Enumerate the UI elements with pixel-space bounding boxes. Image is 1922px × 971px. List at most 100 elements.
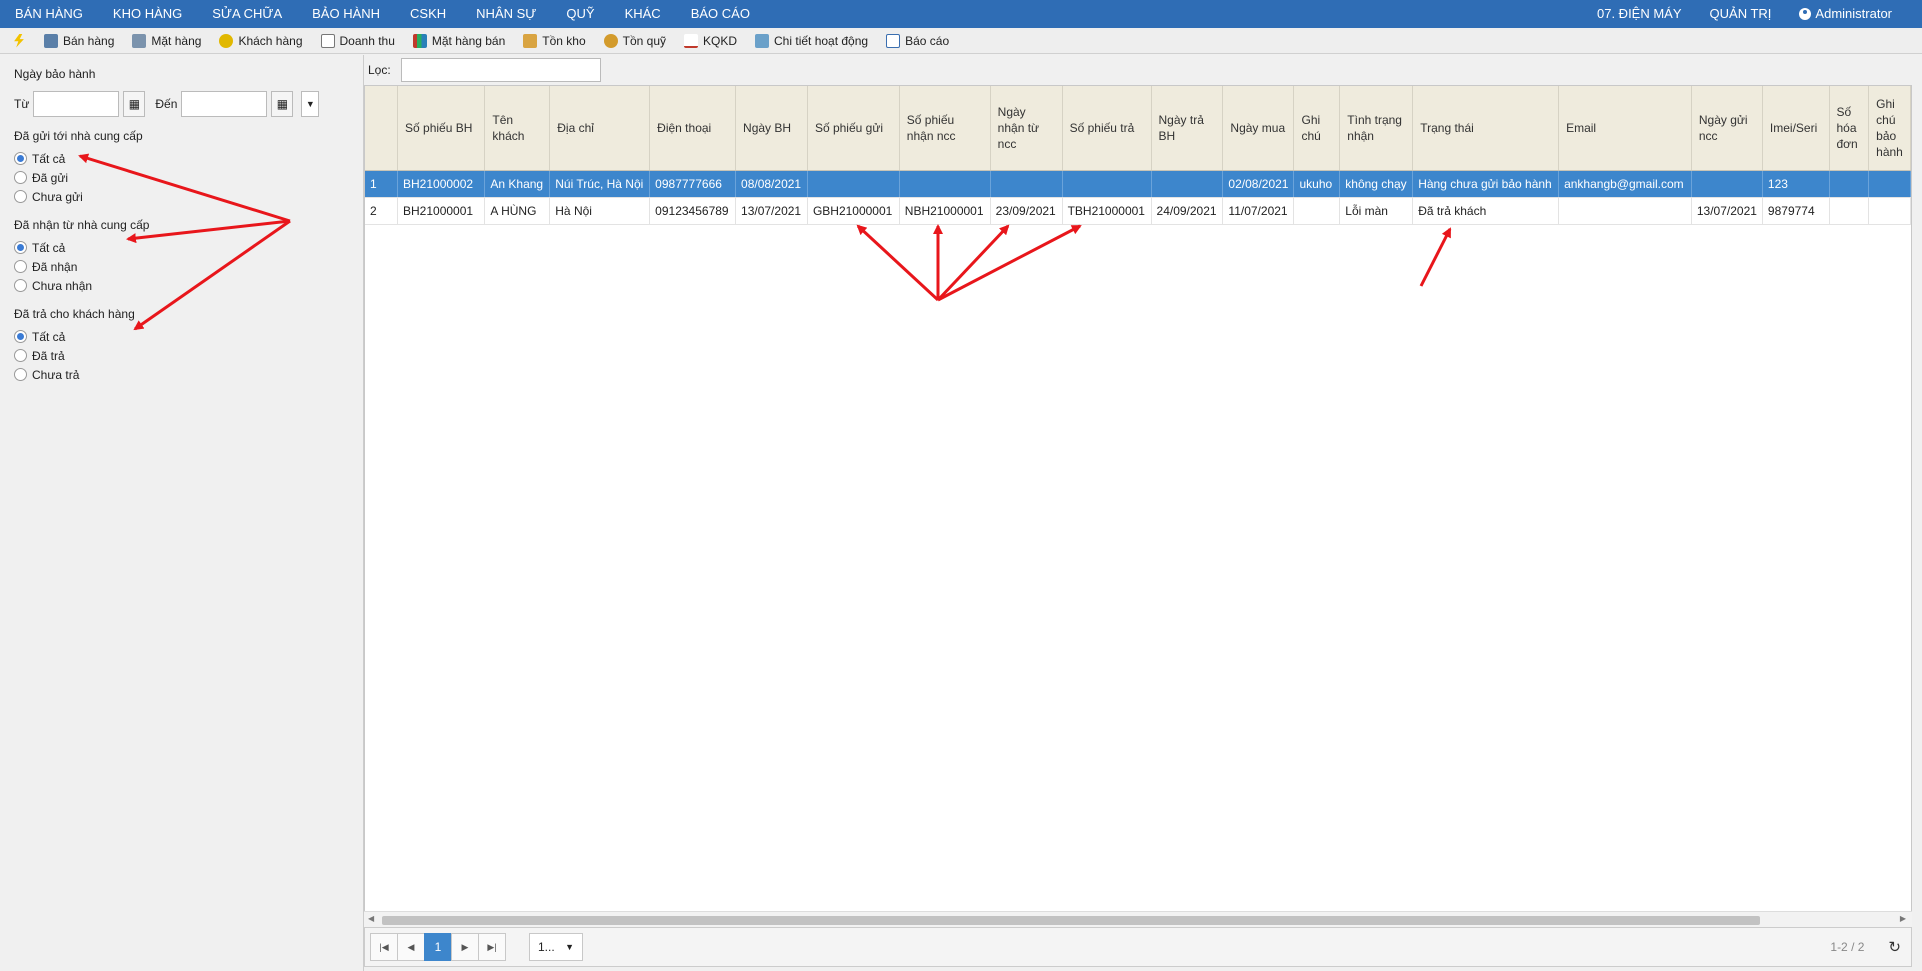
table-cell (807, 170, 900, 198)
toolbar-ton-kho[interactable]: Tồn kho (523, 33, 586, 48)
menu-sua-chua[interactable]: SỬA CHỮA (197, 0, 297, 28)
table-cell: 123 (1762, 170, 1830, 198)
toolbar-ban-hang[interactable]: Bán hàng (44, 33, 114, 48)
column-header-8[interactable]: Ngày nhận từ ncc (990, 86, 1063, 171)
prev-page-icon[interactable]: ◀ (397, 933, 425, 961)
returned-no-radio[interactable]: Chưa trả (14, 365, 349, 384)
column-header-18[interactable]: Số hóa đơn (1829, 86, 1870, 171)
table-cell (990, 170, 1063, 198)
toolbar-lightning[interactable] (12, 33, 26, 48)
table-cell: 09123456789 (649, 197, 737, 225)
chevron-down-icon[interactable]: ▼ (301, 91, 320, 117)
column-header-11[interactable]: Ngày mua (1222, 86, 1295, 171)
first-page-icon[interactable]: |◀ (370, 933, 398, 961)
table-cell: 13/07/2021 (1691, 197, 1763, 225)
scroll-left-icon[interactable]: ◀ (368, 914, 374, 923)
table-cell: BH21000001 (397, 197, 486, 225)
table-row[interactable]: 1 BH21000002 An Khang Núi Trúc, Hà Nội 09877… (365, 170, 1911, 198)
fund-icon (603, 33, 618, 48)
column-header-12[interactable]: Ghi chú (1293, 86, 1341, 171)
table-cell: An Khang (484, 170, 551, 198)
table-cell (1151, 170, 1224, 198)
toolbar-bao-cao[interactable]: Báo cáo (886, 33, 949, 48)
filter-input[interactable] (400, 58, 601, 82)
store-selector[interactable]: 07. ĐIỆN MÁY (1583, 0, 1696, 28)
column-header-4[interactable]: Điện thoại (649, 86, 737, 171)
column-header-10[interactable]: Ngày trả BH (1151, 86, 1224, 171)
next-page-icon[interactable]: ▶ (451, 933, 479, 961)
table-cell (1293, 197, 1341, 225)
toolbar-mat-hang-ban[interactable]: Mặt hàng bán (412, 33, 505, 48)
toolbar-ton-quy[interactable]: Tồn quỹ (603, 33, 666, 48)
menu-quan-tri[interactable]: QUẢN TRỊ (1696, 0, 1786, 28)
line-chart-icon (684, 33, 698, 48)
to-date-input[interactable] (181, 91, 268, 117)
column-header-15[interactable]: Email (1558, 86, 1692, 171)
refresh-icon[interactable]: ↻ (1888, 938, 1901, 956)
menu-ban-hang[interactable]: BÁN HÀNG (0, 0, 98, 28)
menu-bao-cao[interactable]: BÁO CÁO (676, 0, 765, 28)
menu-quy[interactable]: QUỸ (551, 0, 609, 28)
column-header-1[interactable]: Số phiếu BH (397, 86, 486, 171)
toolbar-kqkd[interactable]: KQKD (684, 33, 737, 48)
sent-no-radio[interactable]: Chưa gửi (14, 187, 349, 206)
scroll-thumb[interactable] (382, 916, 1760, 925)
menu-bao-hanh[interactable]: BẢO HÀNH (297, 0, 395, 28)
current-page-button[interactable]: 1 (424, 933, 452, 961)
last-page-icon[interactable]: ▶| (478, 933, 506, 961)
pager-info: 1-2 / 2 (1830, 940, 1865, 954)
column-header-13[interactable]: Tình trạng nhận (1339, 86, 1414, 171)
toolbar-khach-hang[interactable]: Khách hàng (219, 33, 303, 48)
column-header-3[interactable]: Địa chỉ (549, 86, 651, 171)
sent-yes-radio[interactable]: Đã gửi (14, 168, 349, 187)
table-cell: 9879774 (1762, 197, 1830, 225)
date-range: Từ ▦ Đến ▦ ▼ (14, 91, 349, 117)
received-yes-radio[interactable]: Đã nhận (14, 257, 349, 276)
column-header-16[interactable]: Ngày gửi ncc (1691, 86, 1763, 171)
table-cell (1829, 197, 1870, 225)
product-icon (132, 33, 147, 48)
column-header-5[interactable]: Ngày BH (735, 86, 808, 171)
column-header-7[interactable]: Số phiếu nhận ncc (899, 86, 991, 171)
table-cell: ukuho (1293, 170, 1341, 198)
warranty-grid: Số phiếu BH Tên khách Địa chỉ Điện thoại Ngà… (364, 85, 1912, 927)
filter-row: Lọc: (364, 55, 1922, 85)
menu-cskh[interactable]: CSKH (395, 0, 461, 28)
column-header-17[interactable]: Imei/Seri (1762, 86, 1830, 171)
sent-all-radio[interactable]: Tất cả (14, 149, 349, 168)
page-size-select[interactable]: 1... ▼ (529, 933, 583, 961)
table-cell: 2 (365, 197, 399, 225)
filter-label: Lọc: (368, 63, 391, 77)
column-header-0[interactable] (365, 86, 399, 171)
user-menu[interactable]: Administrator (1785, 0, 1906, 28)
chevron-down-icon: ▼ (565, 942, 574, 952)
column-header-19[interactable]: Ghi chú bảo hành (1868, 86, 1911, 171)
table-cell (1868, 197, 1911, 225)
column-header-9[interactable]: Số phiếu trả (1062, 86, 1152, 171)
table-cell: Hàng chưa gửi bảo hành (1412, 170, 1560, 198)
to-label: Đến (155, 97, 178, 111)
calendar-icon[interactable]: ▦ (271, 91, 294, 117)
calendar-icon[interactable]: ▦ (123, 91, 146, 117)
toolbar-chi-tiet[interactable]: Chi tiết hoạt động (755, 33, 868, 48)
main-menu: BÁN HÀNG KHO HÀNG SỬA CHỮA BẢO HÀNH CSKH… (0, 0, 765, 28)
toolbar-doanh-thu[interactable]: Doanh thu (320, 33, 395, 48)
table-cell: BH21000002 (397, 170, 486, 198)
table-cell (1558, 197, 1692, 225)
scroll-right-icon[interactable]: ▶ (1900, 914, 1906, 923)
received-all-radio[interactable]: Tất cả (14, 238, 349, 257)
menu-nhan-su[interactable]: NHÂN SỰ (461, 0, 551, 28)
returned-all-radio[interactable]: Tất cả (14, 327, 349, 346)
column-header-6[interactable]: Số phiếu gửi (807, 86, 900, 171)
column-header-14[interactable]: Trạng thái (1412, 86, 1560, 171)
horizontal-scrollbar[interactable]: ◀ ▶ (364, 911, 1912, 927)
menu-khac[interactable]: KHÁC (610, 0, 676, 28)
from-date-input[interactable] (33, 91, 120, 117)
menu-kho-hang[interactable]: KHO HÀNG (98, 0, 197, 28)
toolbar-mat-hang[interactable]: Mặt hàng (132, 33, 201, 48)
table-row[interactable]: 2 BH21000001 A HÙNG Hà Nội 09123456789 13/07/… (365, 197, 1911, 225)
returned-yes-radio[interactable]: Đã trả (14, 346, 349, 365)
received-no-radio[interactable]: Chưa nhận (14, 276, 349, 295)
received-group-title: Đã nhận từ nhà cung cấp (14, 218, 150, 232)
column-header-2[interactable]: Tên khách (484, 86, 551, 171)
